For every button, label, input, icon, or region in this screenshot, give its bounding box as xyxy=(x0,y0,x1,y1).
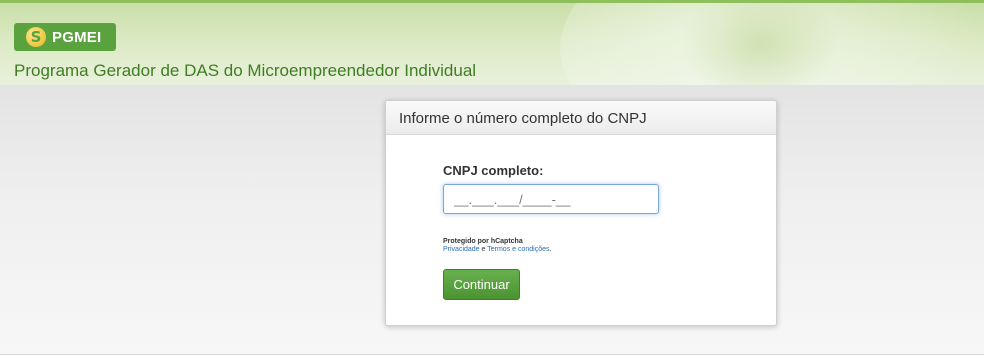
main-content: Informe o número completo do CNPJ CNPJ c… xyxy=(0,85,984,355)
terms-link[interactable]: Termos e condições xyxy=(487,246,549,253)
globe-highlight-decoration xyxy=(680,3,840,85)
cnpj-label: CNPJ completo: xyxy=(443,163,544,178)
cnpj-form-card: Informe o número completo do CNPJ CNPJ c… xyxy=(385,100,777,326)
app-header: S PGMEI Programa Gerador de DAS do Micro… xyxy=(0,0,984,85)
cnpj-input[interactable] xyxy=(443,184,659,214)
logo-emblem-icon: S xyxy=(26,27,46,47)
app-title: Programa Gerador de DAS do Microempreend… xyxy=(14,61,477,80)
logo-text: PGMEI xyxy=(52,28,102,46)
hcaptcha-notice: Protegido por hCaptcha Privacidade e Ter… xyxy=(443,238,551,254)
continue-button[interactable]: Continuar xyxy=(443,269,520,300)
form-title: Informe o número completo do CNPJ xyxy=(386,101,776,135)
pgmei-logo[interactable]: S PGMEI xyxy=(14,23,116,51)
hcaptcha-protected-text: Protegido por hCaptcha xyxy=(443,238,523,245)
privacy-link[interactable]: Privacidade xyxy=(443,246,480,253)
captcha-period-text: . xyxy=(549,246,552,253)
